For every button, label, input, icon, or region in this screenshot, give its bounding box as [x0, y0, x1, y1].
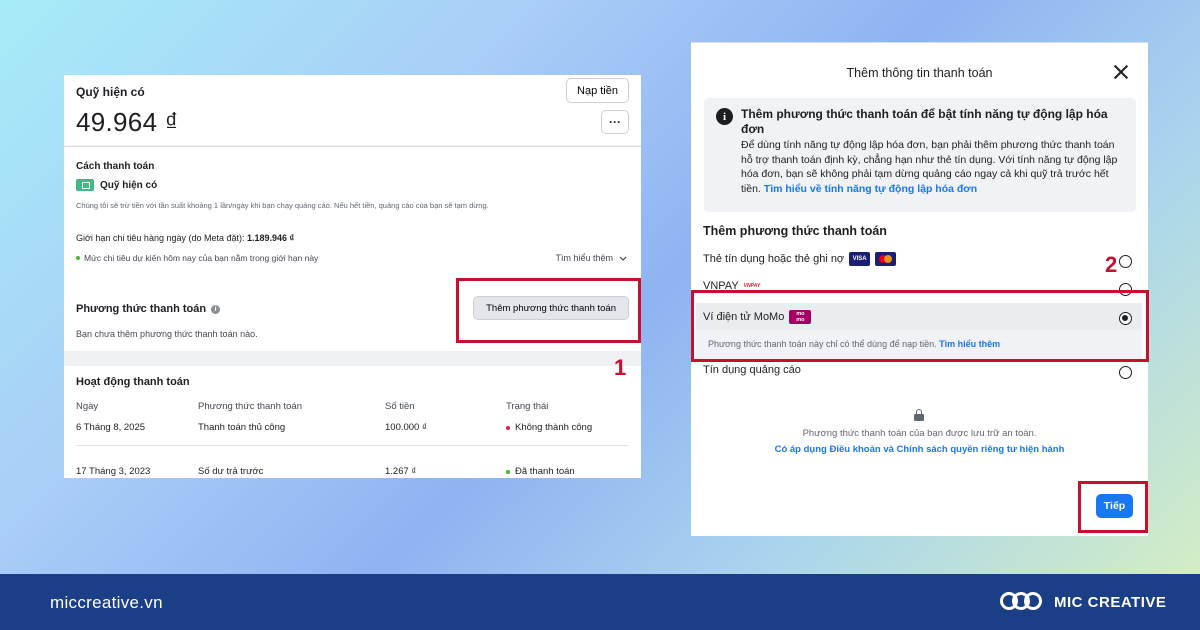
info-icon[interactable]: i — [211, 304, 221, 314]
radio-credit-card[interactable] — [1119, 255, 1132, 268]
payment-activity-title: Hoạt động thanh toán — [76, 376, 190, 388]
step-number-2: 2 — [1105, 252, 1118, 277]
learn-more-label: Tìm hiểu thêm — [555, 253, 613, 263]
balance-card: Quỹ hiện có 49.964 ₫ Nạp tiền ··· — [64, 75, 641, 145]
footer-bar: miccreative.vn MIC CREATIVE — [0, 574, 1200, 630]
row-status: Không thành công — [506, 422, 592, 433]
option-ad-credit-label: Tín dụng quảng cáo — [703, 364, 801, 376]
daily-limit: Giới hạn chi tiêu hàng ngày (do Meta đặt… — [76, 233, 294, 243]
payment-methods-title: Phương thức thanh toán i — [76, 303, 221, 315]
red-dot-icon — [506, 425, 510, 430]
radio-ad-credit[interactable] — [1119, 366, 1132, 379]
infinity-logo-icon — [998, 588, 1046, 616]
secure-storage-note: Phương thức thanh toán của bạn được lưu … — [802, 428, 1037, 439]
info-box-body: Để dùng tính năng tự động lập hóa đơn, b… — [741, 138, 1126, 196]
limit-note-text: Mức chi tiêu dự kiến hôm nay của bạn nằm… — [84, 253, 319, 263]
info-icon: i — [716, 108, 733, 125]
header-date: Ngày — [76, 401, 99, 412]
visa-icon: VISA — [849, 252, 871, 266]
payment-activity-card: Hoạt động thanh toán Ngày Phương thức th… — [64, 366, 641, 478]
terms-privacy-link[interactable]: Có áp dụng Điều khoản và Chính sách quyề… — [691, 444, 1148, 455]
highlight-box-next-button — [1078, 481, 1148, 533]
website-url: miccreative.vn — [50, 593, 163, 612]
highlight-box-momo-option — [691, 290, 1149, 362]
balance-amount: 49.964 ₫ — [76, 107, 179, 137]
add-payment-info-dialog: Thêm thông tin thanh toán i Thêm phương … — [691, 42, 1148, 536]
row-divider — [76, 445, 629, 446]
row-status-text: Đã thanh toán — [515, 466, 575, 477]
wallet-icon — [76, 179, 94, 191]
row-amount: 100.000 ₫ — [385, 422, 427, 433]
option-ad-credit[interactable]: Tín dụng quảng cáo — [703, 364, 1138, 376]
more-options-button[interactable]: ··· — [601, 110, 629, 134]
daily-limit-value: 1.189.946 ₫ — [247, 233, 295, 243]
topup-button[interactable]: Nạp tiền — [566, 78, 629, 103]
daily-limit-label: Giới hạn chi tiêu hàng ngày (do Meta đặt… — [76, 233, 245, 243]
info-box-title: Thêm phương thức thanh toán để bật tính … — [741, 107, 1108, 136]
row-status: Đã thanh toán — [506, 466, 575, 477]
row-date: 17 Tháng 3, 2023 — [76, 466, 151, 477]
prepaid-fund-label: Quỹ hiện có — [100, 179, 158, 191]
row-date: 6 Tháng 8, 2025 — [76, 422, 146, 433]
auto-billing-info-box: i Thêm phương thức thanh toán để bật tín… — [704, 98, 1136, 212]
row-method: Số dư trả trước — [198, 466, 264, 477]
header-amount: Số tiền — [385, 401, 415, 412]
learn-more-toggle[interactable]: Tìm hiểu thêm — [555, 253, 627, 263]
auto-billing-learn-link[interactable]: Tìm hiểu về tính năng tự động lập hóa đơ… — [764, 183, 977, 195]
prepaid-fund-badge: Quỹ hiện có — [76, 179, 157, 191]
mastercard-icon — [875, 252, 897, 266]
brand-logo: MIC CREATIVE — [998, 588, 1166, 616]
option-credit-card[interactable]: Thẻ tín dụng hoặc thẻ ghi nợ VISA — [703, 252, 1138, 266]
highlight-box-step-1 — [456, 278, 641, 343]
add-method-section-title: Thêm phương thức thanh toán — [703, 224, 887, 238]
dialog-title: Thêm thông tin thanh toán — [846, 66, 993, 80]
option-credit-card-label: Thẻ tín dụng hoặc thẻ ghi nợ — [703, 253, 845, 265]
green-dot-icon — [506, 469, 510, 474]
lock-icon — [914, 409, 924, 421]
row-status-text: Không thành công — [515, 422, 593, 433]
header-status: Trạng thái — [506, 401, 549, 412]
balance-title: Quỹ hiện có — [76, 85, 145, 99]
green-dot-icon — [76, 256, 80, 260]
payment-methods-title-text: Phương thức thanh toán — [76, 303, 207, 315]
vnpay-logo-icon: VNPAY — [743, 283, 761, 289]
ad-account-billing-panel: Quỹ hiện có 49.964 ₫ Nạp tiền ··· Cách t… — [64, 75, 641, 478]
payment-method-title: Cách thanh toán — [76, 161, 155, 172]
no-payment-method-note: Bạn chưa thêm phương thức thanh toán nào… — [76, 329, 258, 339]
fund-note: Chúng tôi sẽ trừ tiền với tần suất khoản… — [76, 201, 489, 210]
step-number-1: 1 — [614, 355, 627, 380]
row-amount: 1.267 ₫ — [385, 466, 417, 477]
close-icon[interactable] — [1112, 63, 1130, 81]
chevron-down-icon — [619, 256, 627, 261]
limit-note: Mức chi tiêu dự kiến hôm nay của bạn nằm… — [76, 253, 318, 263]
brand-name: MIC CREATIVE — [1054, 593, 1167, 611]
header-method: Phương thức thanh toán — [198, 401, 302, 412]
row-method: Thanh toán thủ công — [198, 422, 286, 433]
